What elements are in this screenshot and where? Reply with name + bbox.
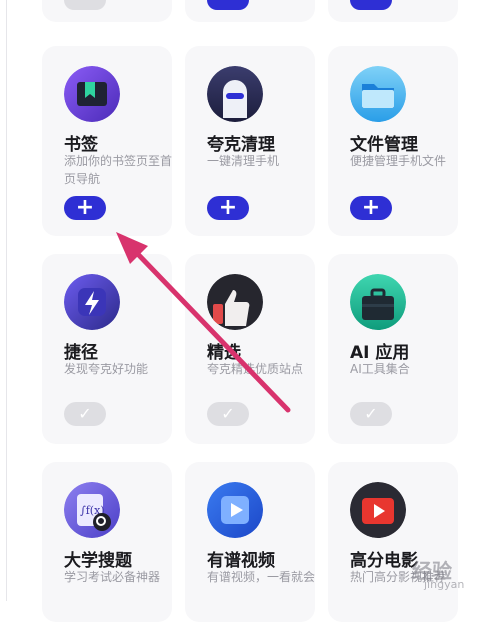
toolbox-icon — [350, 274, 406, 330]
card-shortcut[interactable]: 捷径 发现夸克好功能 ✓ — [42, 254, 172, 444]
folder-icon — [350, 66, 406, 122]
card-bookmark[interactable]: 书签 添加你的书签页至首页导航 + — [42, 46, 172, 236]
formula-search-icon: ∫f(x) — [64, 482, 120, 538]
card-youpu-video[interactable]: 有谱视频 有谱视频，一看就会 — [185, 462, 315, 622]
rocket-icon — [207, 66, 263, 122]
card-description: 学习考试必备神器 — [64, 570, 161, 584]
card-partial-top-1 — [42, 0, 172, 22]
card-top-movies[interactable]: 高分电影 热门高分影视推荐 — [328, 462, 458, 622]
card-description: 便捷管理手机文件 — [350, 154, 447, 168]
shortcut-bolt-icon — [64, 274, 120, 330]
card-quark-cleaner[interactable]: 夸克清理 一键清理手机 + — [185, 46, 315, 236]
add-button[interactable]: + — [350, 196, 392, 220]
added-check-button[interactable]: ✓ — [207, 402, 249, 426]
added-button-partial[interactable] — [64, 0, 106, 10]
added-check-button[interactable]: ✓ — [350, 402, 392, 426]
left-edge-divider — [6, 0, 7, 601]
card-partial-top-3 — [328, 0, 458, 22]
card-description: AI工具集合 — [350, 362, 410, 376]
add-button[interactable]: + — [207, 196, 249, 220]
add-button-partial[interactable] — [350, 0, 392, 10]
bookmark-icon — [64, 66, 120, 122]
video-play-icon — [207, 482, 263, 538]
card-description: 发现夸克好功能 — [64, 362, 149, 376]
movie-play-icon — [350, 482, 406, 538]
card-description: 添加你的书签页至首页导航 — [64, 154, 173, 186]
card-featured[interactable]: 精选 夸克精选优质站点 ✓ — [185, 254, 315, 444]
card-description: 一键清理手机 — [207, 154, 280, 168]
add-button[interactable]: + — [64, 196, 106, 220]
card-partial-top-2 — [185, 0, 315, 22]
card-description: 夸克精选优质站点 — [207, 362, 304, 376]
added-check-button[interactable]: ✓ — [64, 402, 106, 426]
watermark-subtext: jingyan — [424, 578, 465, 591]
card-description: 有谱视频，一看就会 — [207, 570, 316, 584]
thumbs-up-icon — [207, 274, 263, 330]
card-ai-apps[interactable]: AI 应用 AI工具集合 ✓ — [328, 254, 458, 444]
card-file-manager[interactable]: 文件管理 便捷管理手机文件 + — [328, 46, 458, 236]
add-button-partial[interactable] — [207, 0, 249, 10]
card-college-search[interactable]: ∫f(x) 大学搜题 学习考试必备神器 — [42, 462, 172, 622]
